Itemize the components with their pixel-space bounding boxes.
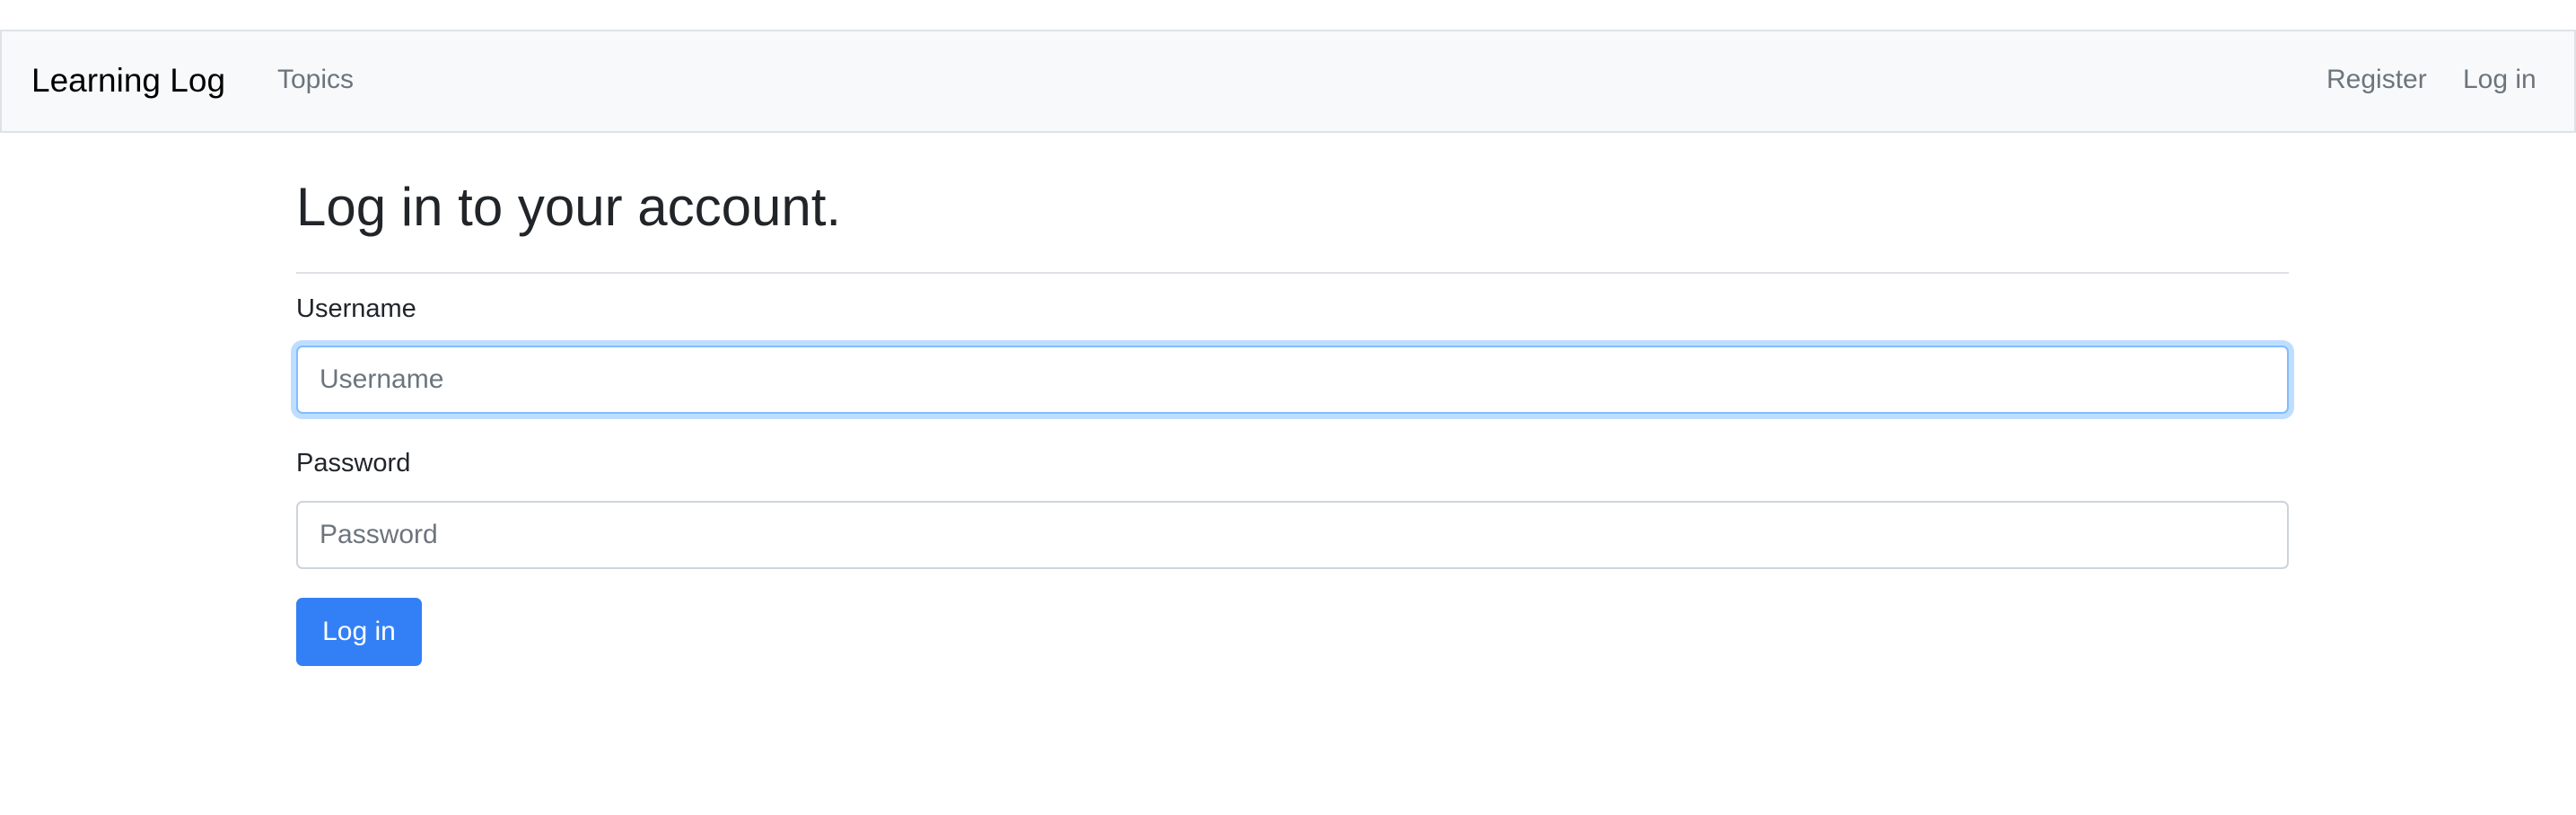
password-label: Password: [296, 449, 411, 478]
navbar: Learning Log Topics Register Log in: [0, 30, 2576, 133]
nav-link-register[interactable]: Register: [2326, 65, 2427, 95]
username-label: Username: [296, 294, 416, 323]
password-input[interactable]: [296, 501, 2289, 569]
divider: [296, 272, 2289, 274]
username-input[interactable]: [296, 346, 2289, 414]
page-title: Log in to your account.: [296, 177, 842, 237]
brand-link[interactable]: Learning Log: [31, 62, 225, 100]
nav-link-topics[interactable]: Topics: [277, 65, 354, 95]
login-button[interactable]: Log in: [296, 598, 422, 666]
nav-link-login[interactable]: Log in: [2463, 65, 2537, 95]
